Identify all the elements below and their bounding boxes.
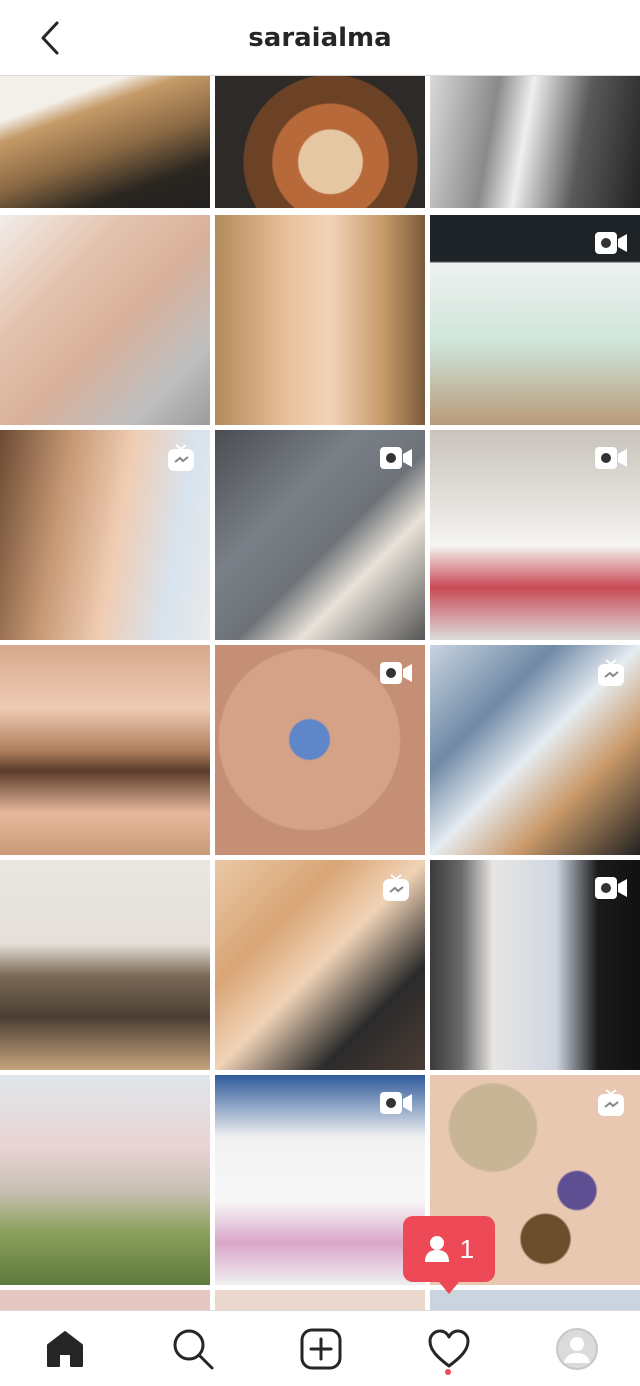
search-icon — [173, 1329, 214, 1370]
video-icon — [380, 662, 412, 684]
post-partial-2[interactable] — [215, 1290, 425, 1310]
igtv-icon — [598, 1089, 624, 1116]
post-palette[interactable] — [215, 860, 425, 1070]
video-icon — [595, 232, 627, 254]
post-portrait-blonde[interactable] — [0, 76, 210, 208]
back-button[interactable] — [30, 18, 70, 58]
chevron-left-icon — [41, 21, 59, 55]
tab-profile[interactable] — [553, 1325, 601, 1373]
post-eye-makeup[interactable] — [0, 645, 210, 855]
igtv-icon — [168, 444, 194, 471]
profile-header: saraialma — [0, 0, 640, 76]
post-nails[interactable] — [0, 215, 210, 425]
post-polish-bottles[interactable] — [215, 1075, 425, 1285]
activity-indicator-dot — [445, 1369, 451, 1375]
post-jeans[interactable] — [215, 430, 425, 640]
notification-count: 1 — [459, 1233, 475, 1264]
video-icon — [595, 447, 627, 469]
profile-avatar-icon — [556, 1328, 598, 1370]
post-face-selfie[interactable] — [215, 215, 425, 425]
post-partial-1[interactable] — [0, 1290, 210, 1310]
post-tattoo-boat[interactable] — [215, 645, 425, 855]
home-icon — [47, 1331, 83, 1367]
igtv-icon — [598, 659, 624, 686]
bottom-tab-bar — [0, 1310, 640, 1386]
follow-notification-bubble[interactable]: 1 — [403, 1216, 495, 1294]
post-primer[interactable] — [430, 430, 640, 640]
heart-icon — [428, 1329, 470, 1368]
page-title: saraialma — [248, 22, 392, 53]
tab-activity[interactable] — [425, 1325, 473, 1373]
video-icon — [595, 877, 627, 899]
igtv-icon — [383, 874, 409, 901]
tab-new-post[interactable] — [297, 1325, 345, 1373]
post-portrait-bw[interactable] — [430, 76, 640, 208]
tab-home[interactable] — [41, 1325, 89, 1373]
post-blossom[interactable] — [0, 1075, 210, 1285]
video-icon — [380, 447, 412, 469]
posts-grid — [0, 76, 640, 1310]
post-makeup-look[interactable] — [0, 430, 210, 640]
post-sephora-mask[interactable] — [430, 215, 640, 425]
post-brushes[interactable] — [430, 645, 640, 855]
tab-search[interactable] — [169, 1325, 217, 1373]
post-tattoo-seahorse[interactable] — [430, 860, 640, 1070]
person-icon — [424, 1236, 449, 1262]
add-post-icon — [300, 1328, 342, 1370]
post-partial-3[interactable] — [430, 1290, 640, 1310]
post-cat[interactable] — [0, 860, 210, 1070]
video-icon — [380, 1092, 412, 1114]
post-ramen[interactable] — [215, 76, 425, 208]
